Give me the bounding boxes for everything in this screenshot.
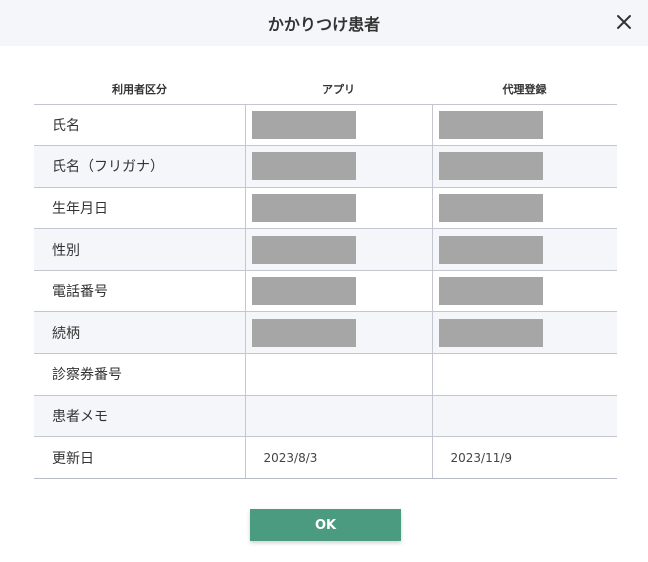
- app-value-cell: [244, 395, 432, 438]
- proxy-value-cell: [431, 353, 617, 396]
- close-button[interactable]: [610, 8, 638, 36]
- row-label: 更新日: [34, 436, 245, 479]
- table-row: 電話番号: [34, 270, 617, 313]
- table-row: 性別: [34, 228, 617, 271]
- redaction-block: [251, 318, 356, 347]
- proxy-value-cell: [431, 104, 617, 147]
- column-header-user-type: 利用者区分: [34, 75, 245, 105]
- column-header-app: アプリ: [245, 75, 432, 105]
- app-value-cell: [244, 353, 432, 396]
- row-label: 診察券番号: [34, 353, 245, 396]
- app-value-cell: [244, 145, 432, 188]
- redaction-block: [251, 152, 356, 181]
- proxy-value-cell: [431, 145, 617, 188]
- app-value-cell: [244, 270, 432, 313]
- proxy-value-cell: [431, 228, 617, 271]
- proxy-value-cell: [431, 311, 617, 355]
- proxy-value-cell: 2023/11/9: [431, 436, 617, 479]
- redaction-block: [438, 152, 543, 181]
- redaction-block: [251, 235, 356, 264]
- redaction-block: [438, 235, 543, 264]
- app-value-cell: [244, 187, 432, 230]
- patient-dialog: かかりつけ患者 利用者区分 アプリ 代理登録 氏名 氏名（フリガナ） 生年月日 性別電…: [0, 0, 648, 562]
- row-label: 氏名: [34, 104, 245, 147]
- table-row: 氏名（フリガナ）: [34, 145, 617, 188]
- dialog-title: かかりつけ患者: [267, 15, 381, 34]
- dialog-header: かかりつけ患者: [0, 0, 648, 46]
- redaction-block: [251, 193, 356, 222]
- row-label: 電話番号: [34, 270, 245, 313]
- ok-button[interactable]: OK: [250, 509, 401, 541]
- row-label: 患者メモ: [34, 395, 245, 438]
- redaction-block: [251, 277, 356, 306]
- table-row: 患者メモ: [34, 395, 617, 438]
- table-row: 続柄: [34, 311, 617, 355]
- row-label: 続柄: [34, 311, 245, 355]
- table-header-row: 利用者区分 アプリ 代理登録: [34, 75, 617, 105]
- table-row: 生年月日: [34, 187, 617, 230]
- row-label: 氏名（フリガナ）: [34, 145, 245, 188]
- patient-info-table: 利用者区分 アプリ 代理登録 氏名 氏名（フリガナ） 生年月日 性別 電話番号 続柄 診察券…: [34, 75, 617, 479]
- table-row: 診察券番号: [34, 353, 617, 396]
- redaction-block: [438, 277, 543, 306]
- table-row: 氏名: [34, 104, 617, 147]
- proxy-value-cell: [431, 187, 617, 230]
- close-icon: [617, 15, 631, 29]
- column-header-proxy: 代理登録: [432, 75, 617, 105]
- app-value-cell: [244, 104, 432, 147]
- redaction-block: [251, 110, 356, 139]
- proxy-value-cell: [431, 395, 617, 438]
- table-row: 更新日 2023/8/3 2023/11/9: [34, 436, 617, 479]
- app-value-cell: 2023/8/3: [244, 436, 432, 479]
- redaction-block: [438, 110, 543, 139]
- row-label: 生年月日: [34, 187, 245, 230]
- redaction-block: [438, 318, 543, 347]
- row-label: 性別: [34, 228, 245, 271]
- proxy-value-cell: [431, 270, 617, 313]
- app-value-cell: [244, 228, 432, 271]
- redaction-block: [438, 193, 543, 222]
- app-value-cell: [244, 311, 432, 355]
